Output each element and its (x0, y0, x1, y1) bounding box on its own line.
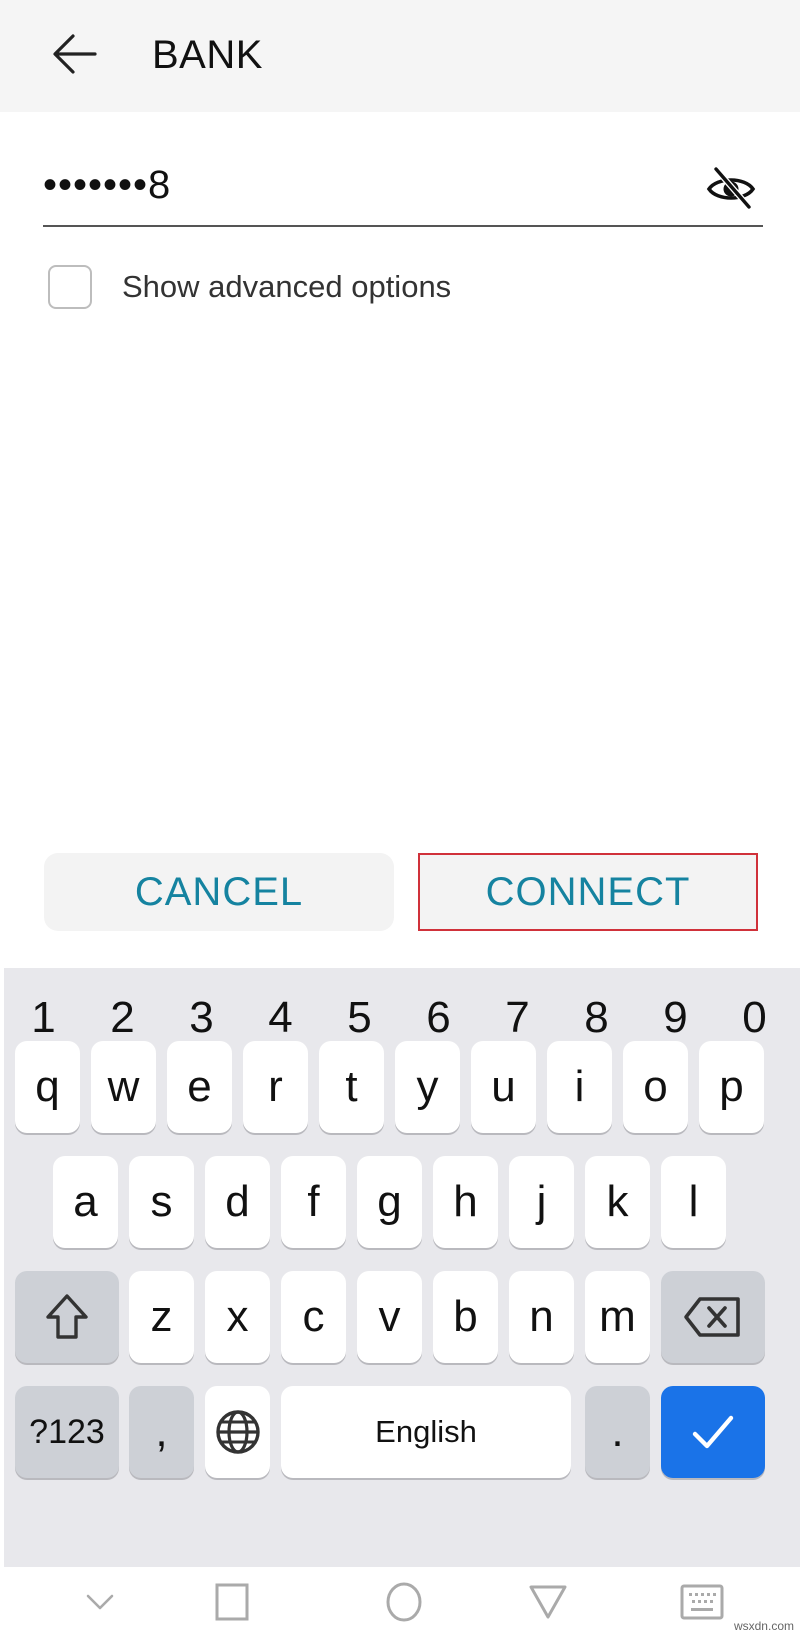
key-h[interactable]: h (433, 1156, 498, 1248)
connect-button[interactable]: CONNECT (418, 853, 758, 931)
system-nav-bar: wsxdn.com (0, 1567, 800, 1637)
symbols-key-label: ?123 (29, 1412, 105, 1451)
key-q[interactable]: q (15, 1041, 80, 1133)
eye-off-icon (706, 167, 756, 209)
toggle-password-visibility-button[interactable] (703, 160, 759, 216)
globe-icon (215, 1410, 260, 1454)
show-advanced-options-checkbox[interactable]: Show advanced options (48, 262, 451, 312)
key-p[interactable]: p (699, 1041, 764, 1133)
arrow-left-icon (53, 34, 97, 74)
key-o[interactable]: o (623, 1041, 688, 1133)
password-underline (43, 225, 763, 227)
shift-key[interactable] (15, 1271, 119, 1363)
key-e[interactable]: e (167, 1041, 232, 1133)
key-j[interactable]: j (509, 1156, 574, 1248)
key-d[interactable]: d (205, 1156, 270, 1248)
recents-square-icon (215, 1583, 249, 1621)
checkmark-icon (692, 1415, 734, 1449)
key-w[interactable]: w (91, 1041, 156, 1133)
key-m[interactable]: m (585, 1271, 650, 1363)
home-circle-icon (386, 1582, 422, 1622)
soft-keyboard: 1 2 3 4 5 6 7 8 9 0 q w e r t y u i o p … (4, 968, 800, 1567)
checkbox-box[interactable] (48, 265, 92, 309)
space-key-label: English (375, 1414, 477, 1449)
comma-key[interactable]: , (129, 1386, 194, 1478)
key-f[interactable]: f (281, 1156, 346, 1248)
space-key[interactable]: English (281, 1386, 571, 1478)
key-z[interactable]: z (129, 1271, 194, 1363)
key-x[interactable]: x (205, 1271, 270, 1363)
keyboard-switch-button[interactable] (672, 1577, 732, 1627)
symbols-key[interactable]: ?123 (15, 1386, 119, 1478)
collapse-keyboard-button[interactable] (70, 1577, 130, 1627)
key-k[interactable]: k (585, 1156, 650, 1248)
network-title: BANK (152, 33, 263, 77)
backspace-key[interactable] (661, 1271, 765, 1363)
checkbox-label: Show advanced options (122, 269, 452, 304)
key-l[interactable]: l (661, 1156, 726, 1248)
password-input[interactable]: •••••••8 (43, 160, 171, 210)
backspace-icon (684, 1297, 740, 1337)
keyboard-switch-icon (680, 1584, 724, 1620)
enter-key[interactable] (661, 1386, 765, 1478)
key-v[interactable]: v (357, 1271, 422, 1363)
period-key[interactable]: . (585, 1386, 650, 1478)
back-nav-button[interactable] (518, 1577, 578, 1627)
key-c[interactable]: c (281, 1271, 346, 1363)
password-field[interactable]: •••••••8 (43, 150, 763, 226)
key-s[interactable]: s (129, 1156, 194, 1248)
language-key[interactable] (205, 1386, 270, 1478)
key-r[interactable]: r (243, 1041, 308, 1133)
shift-icon (46, 1294, 88, 1339)
key-u[interactable]: u (471, 1041, 536, 1133)
back-triangle-icon (529, 1585, 567, 1619)
key-b[interactable]: b (433, 1271, 498, 1363)
watermark: wsxdn.com (733, 1619, 794, 1633)
recents-button[interactable] (202, 1577, 262, 1627)
cancel-button[interactable]: CANCEL (44, 853, 394, 931)
collapse-keyboard-icon (86, 1594, 114, 1610)
key-t[interactable]: t (319, 1041, 384, 1133)
key-g[interactable]: g (357, 1156, 422, 1248)
key-a[interactable]: a (53, 1156, 118, 1248)
app-header: BANK (0, 0, 800, 112)
back-button[interactable] (40, 22, 110, 86)
key-y[interactable]: y (395, 1041, 460, 1133)
key-n[interactable]: n (509, 1271, 574, 1363)
home-button[interactable] (374, 1577, 434, 1627)
key-i[interactable]: i (547, 1041, 612, 1133)
